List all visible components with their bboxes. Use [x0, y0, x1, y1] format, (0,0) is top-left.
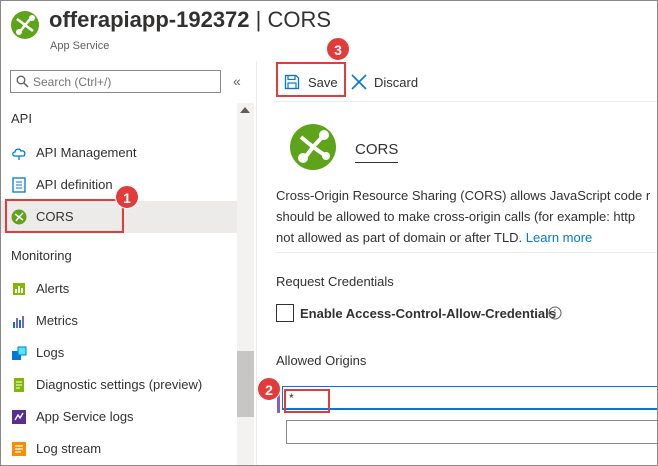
sidebar-item-diagnostic-settings[interactable]: Diagnostic settings (preview)	[1, 369, 237, 401]
section-title-monitoring: Monitoring	[11, 248, 72, 263]
scrollbar-thumb[interactable]	[237, 351, 254, 417]
document-icon	[12, 177, 26, 193]
sidebar-item-label: Metrics	[36, 313, 78, 328]
sidebar-item-log-stream[interactable]: Log stream	[1, 433, 237, 465]
toolbar-divider	[273, 101, 657, 102]
enable-credentials-label[interactable]: Enable Access-Control-Allow-Credentials	[300, 306, 556, 321]
sidebar-item-label: Logs	[36, 345, 65, 360]
app-service-logs-icon	[12, 410, 26, 424]
log-stream-icon	[12, 442, 26, 456]
app-window: offerapiapp-192372 | CORS App Service « …	[0, 0, 658, 466]
allowed-origins-label: Allowed Origins	[276, 353, 367, 368]
section-title-api: API	[11, 111, 32, 126]
enable-credentials-checkbox[interactable]	[276, 304, 294, 322]
description-line: should be allowed to make cross-origin c…	[276, 209, 636, 224]
cors-icon	[11, 209, 27, 225]
title-separator: |	[249, 7, 268, 32]
cloud-api-icon	[12, 148, 26, 160]
sidebar-item-label: API definition	[36, 177, 113, 192]
sidebar-item-label: Alerts	[36, 281, 70, 296]
collapse-menu-button[interactable]: «	[233, 73, 241, 89]
description-line: Cross-Origin Resource Sharing (CORS) all…	[276, 188, 651, 203]
metrics-icon	[13, 316, 24, 328]
sidebar-scrollbar[interactable]	[237, 103, 254, 465]
alerts-icon	[13, 283, 25, 295]
description-line-last: not allowed as part of domain or after T…	[276, 227, 657, 248]
logs-icon	[12, 346, 27, 360]
allowed-origin-input[interactable]	[282, 386, 657, 410]
app-service-icon	[11, 11, 39, 39]
sidebar-item-label: CORS	[36, 209, 74, 224]
callout-badge-1: 1	[115, 185, 139, 209]
learn-more-link[interactable]: Learn more	[526, 230, 592, 245]
app-name: offerapiapp-192372	[49, 7, 250, 32]
diagnostic-icon	[14, 378, 24, 392]
close-icon	[351, 74, 367, 90]
description-line: not allowed as part of domain or after T…	[276, 230, 523, 245]
command-bar: Save Discard	[273, 63, 657, 99]
cors-description: Cross-Origin Resource Sharing (CORS) all…	[276, 185, 657, 248]
cors-large-icon	[290, 124, 336, 170]
sidebar-item-label: Log stream	[36, 441, 102, 456]
discard-button[interactable]: Discard	[349, 65, 429, 95]
sidebar-item-label: Diagnostic settings (preview)	[36, 377, 203, 392]
blade-name: CORS	[267, 7, 332, 32]
callout-badge-3: 3	[326, 37, 350, 61]
search-input[interactable]	[33, 73, 218, 90]
save-button[interactable]: Save	[281, 65, 343, 95]
search-icon	[16, 75, 29, 88]
resource-menu: « API API Management API definition	[1, 61, 257, 465]
sidebar-item-label: API Management	[36, 145, 137, 160]
allowed-origin-input-empty[interactable]	[286, 420, 657, 444]
search-box[interactable]	[10, 70, 221, 93]
sidebar-item-alerts[interactable]: Alerts	[1, 273, 237, 305]
sidebar-item-metrics[interactable]: Metrics	[1, 305, 237, 337]
discard-label: Discard	[374, 75, 419, 90]
sidebar-item-label: App Service logs	[36, 409, 134, 424]
section-heading: CORS	[355, 141, 399, 163]
page-title: offerapiapp-192372 | CORS	[49, 7, 331, 33]
sidebar-item-app-service-logs[interactable]: App Service logs	[1, 401, 237, 433]
callout-badge-2: 2	[257, 377, 281, 401]
scroll-up-arrow-icon[interactable]	[240, 107, 250, 113]
save-icon	[284, 74, 300, 90]
section-divider	[276, 252, 657, 253]
sidebar-item-logs[interactable]: Logs	[1, 337, 237, 369]
request-credentials-label: Request Credentials	[276, 274, 394, 289]
page-subtitle: App Service	[50, 40, 110, 52]
info-icon[interactable]	[548, 306, 562, 320]
save-label: Save	[308, 75, 338, 90]
sidebar-item-api-management[interactable]: API Management	[1, 137, 237, 169]
